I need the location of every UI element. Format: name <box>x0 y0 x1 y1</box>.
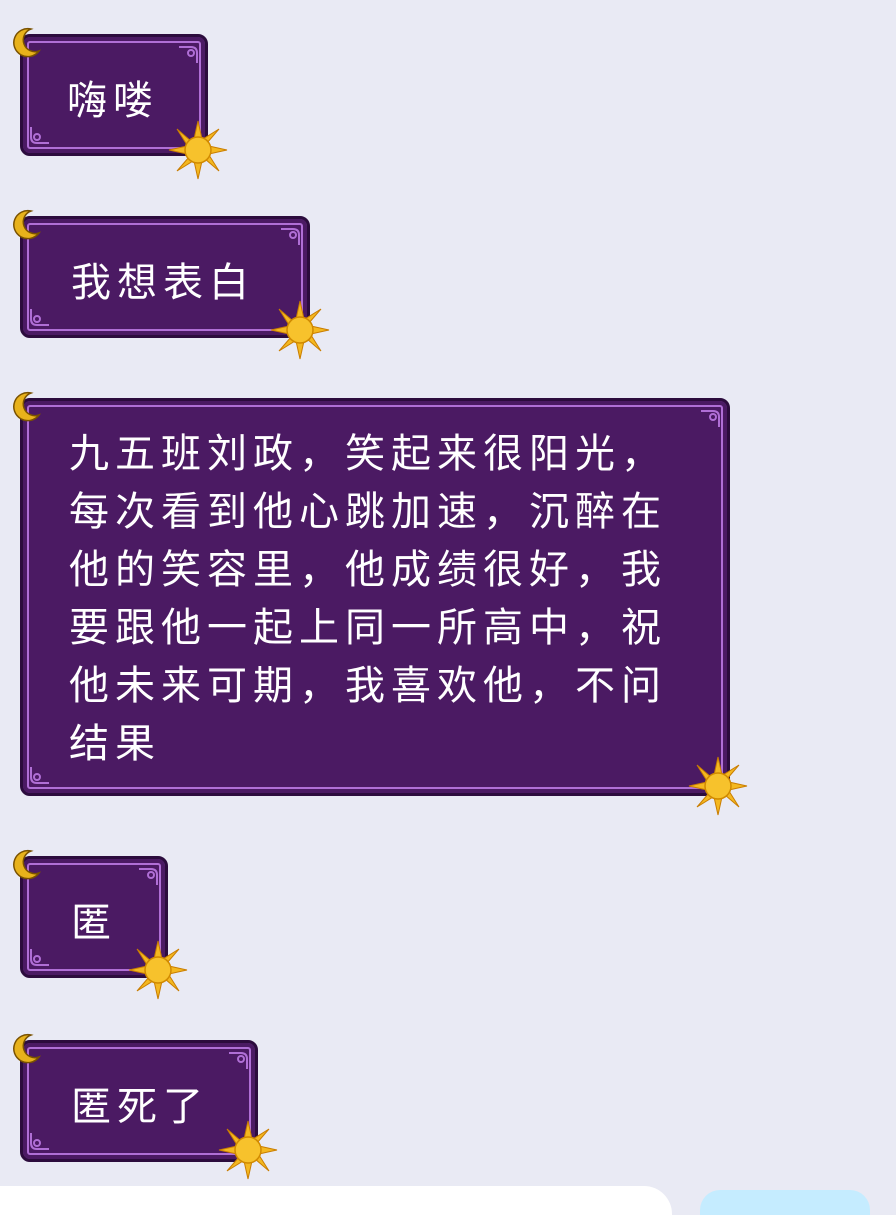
crescent-moon-icon <box>13 1033 42 1064</box>
corner-swirl-icon <box>229 1052 248 1069</box>
corner-swirl-icon <box>30 1133 49 1150</box>
message-text: 九五班刘政，笑起来很阳光，每次看到他心跳加速，沉醉在他的笑容里，他成绩很好，我要… <box>69 431 667 767</box>
chat-bubble[interactable]: 匿 <box>13 849 188 1000</box>
corner-swirl-icon <box>139 868 158 885</box>
corner-swirl-icon <box>30 767 49 784</box>
input-bar <box>0 1186 896 1215</box>
chat-bubble[interactable]: 我想表白 <box>13 209 330 360</box>
message-text: 嗨喽 <box>67 78 159 124</box>
corner-swirl-icon <box>281 228 300 245</box>
chat-bubble[interactable]: 匿死了 <box>13 1033 278 1180</box>
crescent-moon-icon <box>13 209 42 240</box>
crescent-moon-icon <box>13 27 42 58</box>
sun-icon <box>168 120 228 180</box>
corner-swirl-icon <box>179 46 198 63</box>
sun-icon <box>270 300 330 360</box>
corner-swirl-icon <box>701 410 720 427</box>
corner-swirl-icon <box>30 127 49 144</box>
chat-bubble[interactable]: 嗨喽 <box>13 27 228 180</box>
corner-swirl-icon <box>30 949 49 966</box>
chat-thread: 嗨喽 我想表白 九五班刘政，笑起来很阳光，每次看到他心跳加速，沉醉在他的笑容里，… <box>0 0 896 1215</box>
corner-swirl-icon <box>30 309 49 326</box>
message-input[interactable] <box>0 1186 672 1215</box>
send-button[interactable] <box>700 1190 870 1215</box>
sun-icon <box>688 756 748 816</box>
chat-bubble[interactable]: 九五班刘政，笑起来很阳光，每次看到他心跳加速，沉醉在他的笑容里，他成绩很好，我要… <box>13 391 748 816</box>
crescent-moon-icon <box>13 391 42 422</box>
sun-icon <box>218 1120 278 1180</box>
crescent-moon-icon <box>13 849 42 880</box>
sun-icon <box>128 940 188 1000</box>
